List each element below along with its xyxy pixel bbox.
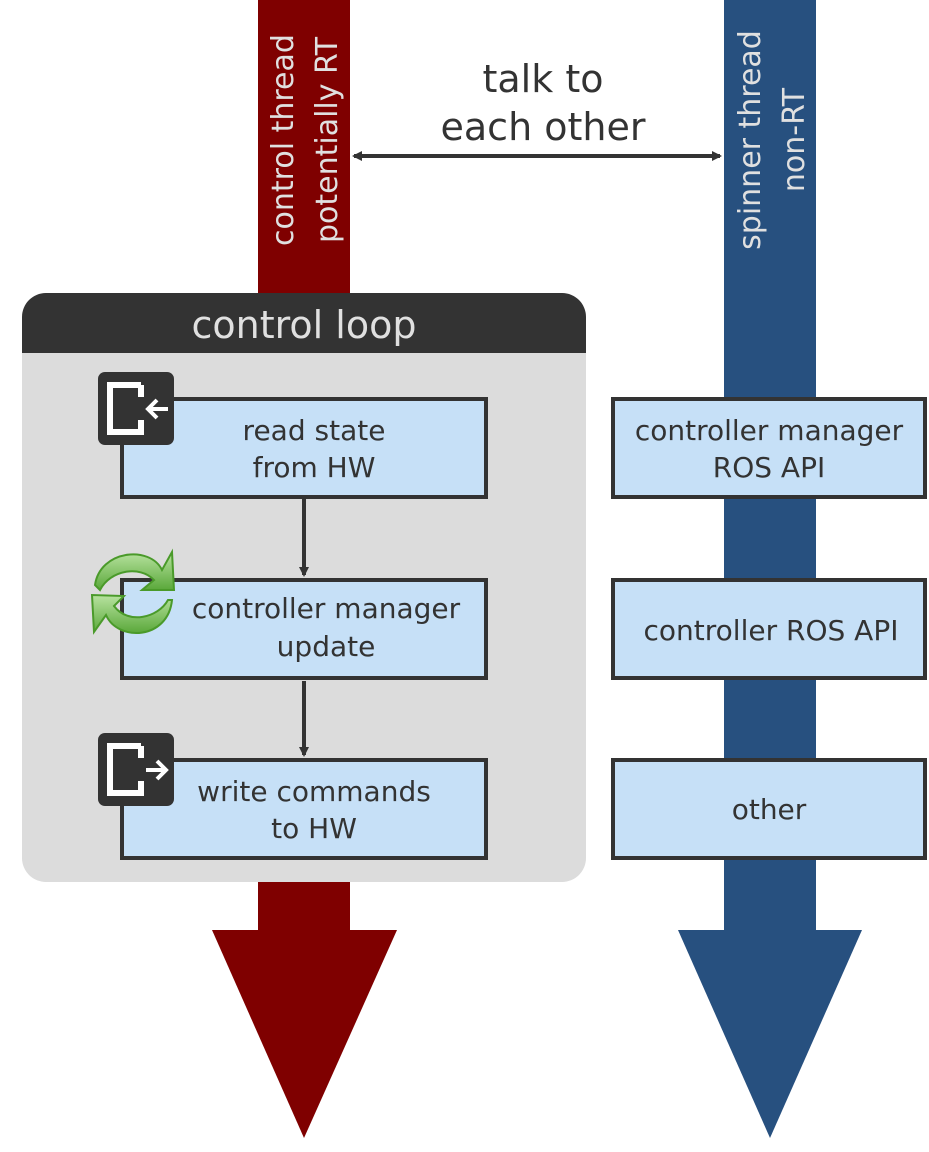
link-label-line1: talk to: [483, 57, 604, 101]
link-label-line2: each other: [441, 105, 646, 149]
spinner-thread-arrow: [678, 0, 862, 1138]
box-label: controller ROS API: [644, 614, 899, 647]
box-controller-ros-api: controller ROS API: [611, 578, 927, 680]
export-icon: [98, 733, 174, 806]
step-label: update: [277, 630, 376, 663]
control-thread-sublabel: potentially RT: [310, 36, 345, 243]
step-write-commands: write commands to HW: [120, 758, 488, 860]
box-label: ROS API: [713, 451, 825, 484]
box-other: other: [611, 758, 927, 860]
step-label: to HW: [271, 812, 357, 845]
box-label: controller manager: [635, 414, 904, 447]
box-label: other: [732, 793, 807, 826]
step-read-state: read state from HW: [120, 397, 488, 499]
step-label: read state: [243, 414, 386, 447]
architecture-diagram: control thread potentially RT spinner th…: [22, 0, 927, 1138]
import-icon: [98, 372, 174, 445]
box-controller-manager-ros-api: controller manager ROS API: [611, 397, 927, 499]
spinner-thread-sublabel: non-RT: [777, 87, 812, 192]
spinner-thread-label: spinner thread: [733, 30, 768, 250]
step-label: controller manager: [192, 592, 461, 625]
control-thread-label: control thread: [266, 34, 301, 246]
step-controller-manager-update: controller manager update: [120, 578, 488, 680]
step-label: write commands: [197, 775, 431, 808]
step-label: from HW: [253, 451, 376, 484]
control-loop-title: control loop: [192, 303, 417, 347]
